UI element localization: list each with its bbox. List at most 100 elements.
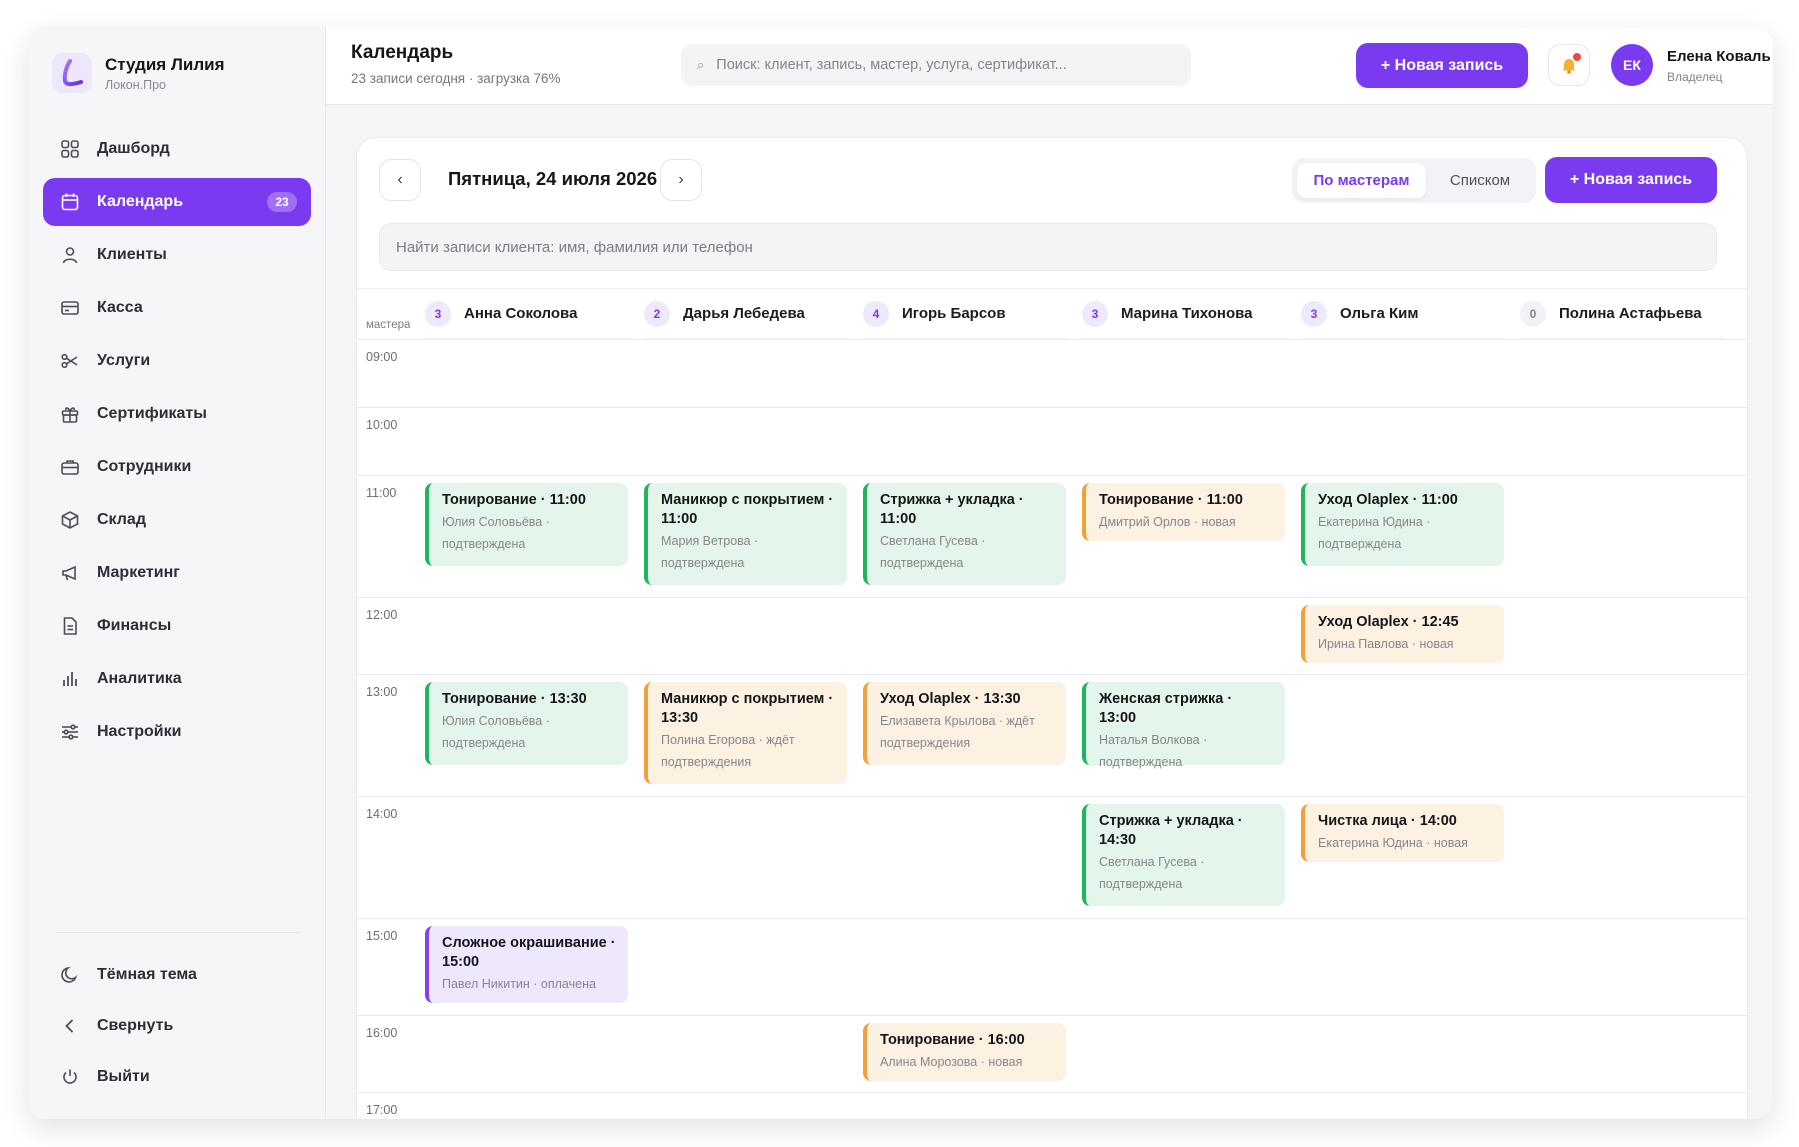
master-column-header[interactable]: 2 Дарья Лебедева xyxy=(644,289,849,340)
user-role: Владелец xyxy=(1667,70,1723,84)
sidebar-item-clients[interactable]: Клиенты xyxy=(43,231,311,279)
master-name: Полина Астафьева xyxy=(1559,305,1702,322)
appointment-card[interactable]: Тонирование · 13:30 Юлия Соловьёва · подтв… xyxy=(425,682,628,765)
sidebar-item-marketing[interactable]: Маркетинг xyxy=(43,549,311,597)
master-column-header[interactable]: 3 Ольга Ким xyxy=(1301,289,1506,340)
page-title: Календарь xyxy=(351,42,454,63)
appointment-client: Елизавета Крылова · ждёт xyxy=(880,714,1035,728)
time-slot-row[interactable]: 10:00 xyxy=(357,407,1747,475)
appointment-client: Дмитрий Орлов · новая xyxy=(1099,515,1236,529)
master-column-header[interactable]: 3 Анна Соколова xyxy=(425,289,630,340)
appointment-status: подтверждена xyxy=(1099,877,1183,891)
sidebar-item-label: Выйти xyxy=(97,1068,150,1085)
sidebar-item-analytics[interactable]: Аналитика xyxy=(43,655,311,703)
notification-dot xyxy=(1573,53,1581,61)
appointment-card[interactable]: Тонирование · 11:00 Дмитрий Орлов · новая xyxy=(1082,483,1285,541)
sidebar-item-certificates[interactable]: Сертификаты xyxy=(43,390,311,438)
client-search-input[interactable]: Найти записи клиента: имя, фамилия или т… xyxy=(379,223,1717,271)
time-label: 11:00 xyxy=(366,486,397,500)
sidebar-item-label: Настройки xyxy=(97,723,182,740)
appointment-client: Ирина Павлова · новая xyxy=(1318,637,1454,651)
sidebar-item-settings[interactable]: Настройки xyxy=(43,708,311,756)
appointment-title: Чистка лица · 14:00 xyxy=(1318,813,1457,829)
sidebar-item-dashboard[interactable]: Дашборд xyxy=(43,125,311,173)
sidebar-item-label: Свернуть xyxy=(97,1017,174,1034)
master-column-header[interactable]: 3 Марина Тихонова xyxy=(1082,289,1287,340)
sidebar-item-label: Маркетинг xyxy=(97,564,180,581)
dark-theme-toggle[interactable]: Тёмная тема xyxy=(43,952,311,998)
appointment-card[interactable]: Стрижка + укладка · 11:00 Светлана Гусева… xyxy=(863,483,1066,585)
global-search-input[interactable]: ⌕ Поиск: клиент, запись, мастер, услуга,… xyxy=(681,44,1191,86)
appointment-card[interactable]: Тонирование · 16:00 Алина Морозова · нова… xyxy=(863,1023,1066,1081)
collapse-sidebar-button[interactable]: Свернуть xyxy=(43,1003,311,1049)
time-slot-row[interactable]: 14:00 xyxy=(357,796,1747,918)
moon-icon xyxy=(59,964,81,986)
gift-icon xyxy=(59,403,81,425)
client-search-placeholder: Найти записи клиента: имя, фамилия или т… xyxy=(396,238,753,256)
appointment-client: Светлана Гусева · xyxy=(1099,855,1205,869)
appointment-card[interactable]: Уход Olaplex · 11:00 Екатерина Юдина · под… xyxy=(1301,483,1504,566)
brand-subtitle: Локон.Про xyxy=(105,77,166,92)
calendar-count-badge: 23 xyxy=(267,192,297,212)
master-column-header[interactable]: 0 Полина Астафьева xyxy=(1520,289,1725,340)
appointment-card[interactable]: Женская стрижка · 13:00 Наталья Волкова ·… xyxy=(1082,682,1285,769)
time-slot-row[interactable]: 12:00 xyxy=(357,597,1747,674)
master-column-header[interactable]: 4 Игорь Барсов xyxy=(863,289,1068,340)
appointment-card[interactable]: Тонирование · 11:00 Юлия Соловьёва · подтв… xyxy=(425,483,628,566)
appointment-title: Уход Olaplex · 12:45 xyxy=(1318,614,1459,630)
document-icon xyxy=(59,615,81,637)
sidebar-item-label: Финансы xyxy=(97,617,172,634)
appointment-status: подтверждена xyxy=(880,556,964,570)
sidebar-item-label: Касса xyxy=(97,299,143,316)
sidebar-item-label: Календарь xyxy=(97,193,184,210)
current-date[interactable]: Пятница, 24 июля 2026 xyxy=(448,168,657,190)
time-slot-row[interactable]: 17:00 xyxy=(357,1092,1747,1119)
time-label: 15:00 xyxy=(366,929,398,943)
appointment-card[interactable]: Маникюр с покрытием · 11:00 Мария Ветрова… xyxy=(644,483,847,585)
master-name: Дарья Лебедева xyxy=(683,305,805,322)
next-day-button[interactable]: › xyxy=(660,159,702,201)
grid-icon xyxy=(59,138,81,160)
avatar[interactable]: ЕК xyxy=(1611,44,1653,86)
appointment-card[interactable]: Чистка лица · 14:00 Екатерина Юдина · нов… xyxy=(1301,804,1504,862)
appointment-card[interactable]: Стрижка + укладка · 14:30 Светлана Гусева… xyxy=(1082,804,1285,906)
appointment-client: Алина Морозова · новая xyxy=(880,1055,1023,1069)
calendar-icon xyxy=(59,191,81,213)
sidebar-item-warehouse[interactable]: Склад xyxy=(43,496,311,544)
logout-button[interactable]: Выйти xyxy=(43,1054,311,1100)
calendar-card: ‹ Пятница, 24 июля 2026 ▾ › По мастерам … xyxy=(356,137,1748,1119)
master-name: Марина Тихонова xyxy=(1121,305,1253,322)
appointment-card[interactable]: Уход Olaplex · 13:30 Елизавета Крылова · … xyxy=(863,682,1066,765)
time-label: 10:00 xyxy=(366,418,398,432)
time-slot-row[interactable]: 09:00 xyxy=(357,339,1747,407)
appointment-card[interactable]: Маникюр с покрытием · 13:30 Полина Егоров… xyxy=(644,682,847,784)
view-list-tab[interactable]: Списком xyxy=(1430,163,1530,198)
view-by-masters-tab[interactable]: По мастерам xyxy=(1297,163,1426,198)
sidebar-nav: Дашборд Календарь 23 Клиенты Касса Услуг… xyxy=(43,125,311,761)
master-name: Ольга Ким xyxy=(1340,305,1419,322)
sidebar-item-calendar[interactable]: Календарь 23 xyxy=(43,178,311,226)
calendar-new-appointment-button[interactable]: + Новая запись xyxy=(1545,157,1717,203)
master-appointment-count: 2 xyxy=(644,300,670,327)
notifications-button[interactable] xyxy=(1548,44,1590,86)
appointment-title: Женская стрижка · 13:00 xyxy=(1099,691,1233,726)
sidebar-item-services[interactable]: Услуги xyxy=(43,337,311,385)
appointment-card[interactable]: Сложное окрашивание · 15:00 Павел Никитин… xyxy=(425,926,628,1003)
master-appointment-count: 3 xyxy=(1301,300,1327,327)
appointment-client: Юлия Соловьёва · xyxy=(442,714,550,728)
sidebar-item-cashier[interactable]: Касса xyxy=(43,284,311,332)
view-toggle: По мастерам Списком xyxy=(1292,158,1536,203)
sidebar-item-staff[interactable]: Сотрудники xyxy=(43,443,311,491)
global-search-placeholder: Поиск: клиент, запись, мастер, услуга, с… xyxy=(716,57,1067,73)
appointment-title: Стрижка + укладка · 14:30 xyxy=(1099,813,1243,848)
sidebar-item-label: Аналитика xyxy=(97,670,182,687)
sidebar-item-finance[interactable]: Финансы xyxy=(43,602,311,650)
brand[interactable]: Студия Лилия Локон.Про xyxy=(52,53,225,93)
master-name: Анна Соколова xyxy=(464,305,578,322)
appointment-card[interactable]: Уход Olaplex · 12:45 Ирина Павлова · нова… xyxy=(1301,605,1504,663)
previous-day-button[interactable]: ‹ xyxy=(379,159,421,201)
header-new-appointment-button[interactable]: + Новая запись xyxy=(1356,43,1528,88)
sidebar-item-label: Услуги xyxy=(97,352,151,369)
logo-icon xyxy=(52,53,92,93)
appointment-title: Тонирование · 11:00 xyxy=(1099,492,1243,508)
